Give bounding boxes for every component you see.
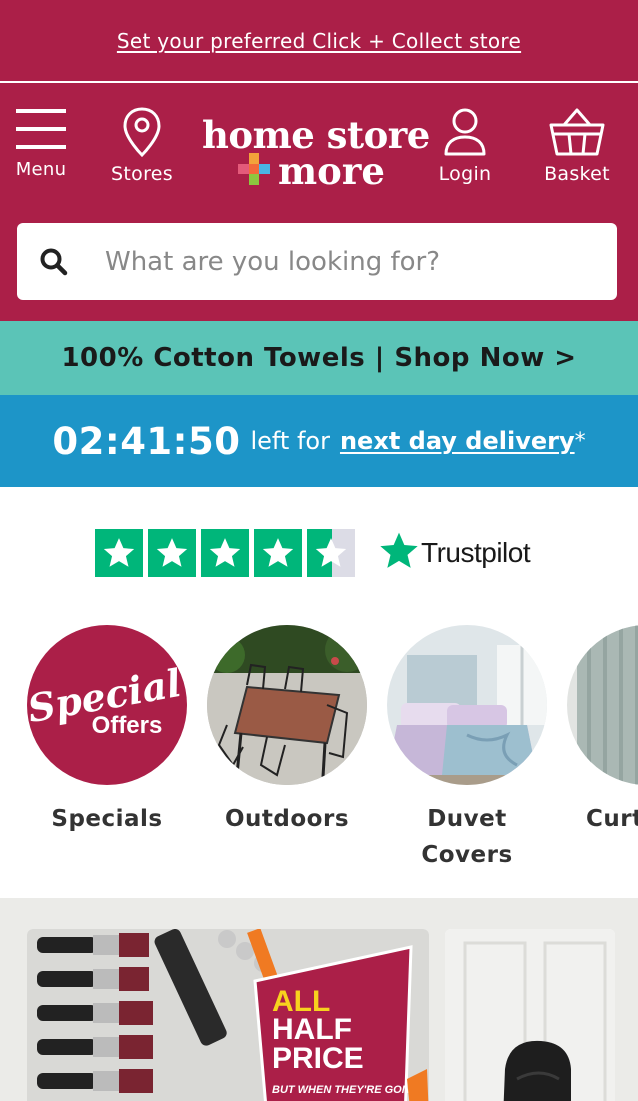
promo-cards-section: ALL HALF PRICE BUT WHEN THEY'RE GONE bbox=[0, 898, 638, 1101]
asterisk: * bbox=[574, 428, 586, 454]
promo-text: 100% Cotton Towels | Shop Now > bbox=[61, 343, 577, 373]
left-for-text: left for bbox=[250, 427, 330, 455]
home-store-more-logo[interactable]: home store more bbox=[200, 113, 430, 193]
outdoors-image bbox=[207, 625, 367, 785]
login-button[interactable]: Login bbox=[433, 107, 497, 185]
click-collect-bar: Set your preferred Click + Collect store bbox=[0, 0, 638, 81]
category-label: Curt bbox=[586, 806, 638, 832]
category-outdoors[interactable]: Outdoors bbox=[197, 625, 377, 837]
trustpilot-logo: Trustpilot bbox=[379, 531, 531, 575]
countdown-timer: 02:41:50 bbox=[52, 419, 241, 463]
category-specials[interactable]: Special Offers Specials bbox=[17, 625, 197, 837]
half-price-banner[interactable]: ALL HALF PRICE BUT WHEN THEY'RE GONE bbox=[27, 929, 429, 1101]
search-icon[interactable] bbox=[25, 248, 83, 276]
category-carousel: Special Offers Specials Outdoors Duvet C… bbox=[0, 625, 638, 885]
duvet-covers-image bbox=[387, 625, 547, 785]
svg-text:Offers: Offers bbox=[92, 712, 163, 739]
basket-icon bbox=[549, 107, 605, 157]
curtains-image bbox=[567, 625, 638, 785]
user-icon bbox=[443, 107, 487, 157]
specials-image: Special Offers bbox=[27, 625, 187, 785]
menu-button[interactable]: Menu bbox=[16, 107, 66, 180]
logo-text-line2: more bbox=[278, 149, 385, 193]
search-bar bbox=[17, 223, 617, 300]
chair-banner[interactable] bbox=[445, 929, 615, 1101]
category-label: Specials bbox=[51, 806, 163, 832]
site-header: Menu Stores home store more Login Basket… bbox=[0, 83, 638, 321]
menu-label: Menu bbox=[15, 159, 67, 180]
half-star-icon bbox=[307, 529, 355, 577]
trustpilot-text: Trustpilot bbox=[421, 537, 531, 568]
location-pin-icon bbox=[122, 107, 162, 157]
svg-text:BUT WHEN THEY'RE GONE: BUT WHEN THEY'RE GONE bbox=[272, 1084, 418, 1096]
rating-stars bbox=[95, 529, 355, 577]
category-label: Outdoors bbox=[224, 806, 350, 832]
stores-label: Stores bbox=[111, 163, 173, 185]
logo-plus-icon bbox=[238, 153, 270, 185]
category-duvet-covers[interactable]: Duvet Covers bbox=[377, 625, 557, 873]
basket-button[interactable]: Basket bbox=[540, 107, 614, 185]
delivery-countdown-bar: 02:41:50 left for next day delivery * bbox=[0, 395, 638, 487]
star-icon bbox=[254, 529, 302, 577]
star-icon bbox=[148, 529, 196, 577]
basket-label: Basket bbox=[544, 163, 610, 185]
category-curtains[interactable]: Curt bbox=[557, 625, 638, 837]
promo-banner[interactable]: 100% Cotton Towels | Shop Now > bbox=[0, 321, 638, 395]
search-input[interactable] bbox=[105, 246, 585, 277]
star-icon bbox=[201, 529, 249, 577]
trustpilot-widget[interactable]: Trustpilot bbox=[95, 529, 531, 577]
set-preferred-store-link[interactable]: Set your preferred Click + Collect store bbox=[117, 29, 521, 53]
next-day-delivery-link[interactable]: next day delivery bbox=[340, 427, 575, 455]
category-label: Duvet Covers bbox=[421, 806, 513, 868]
stores-button[interactable]: Stores bbox=[108, 107, 176, 185]
star-icon bbox=[95, 529, 143, 577]
hamburger-icon bbox=[16, 107, 66, 151]
trustpilot-star-icon bbox=[379, 531, 419, 575]
login-label: Login bbox=[438, 163, 492, 185]
svg-text:PRICE: PRICE bbox=[272, 1042, 364, 1075]
